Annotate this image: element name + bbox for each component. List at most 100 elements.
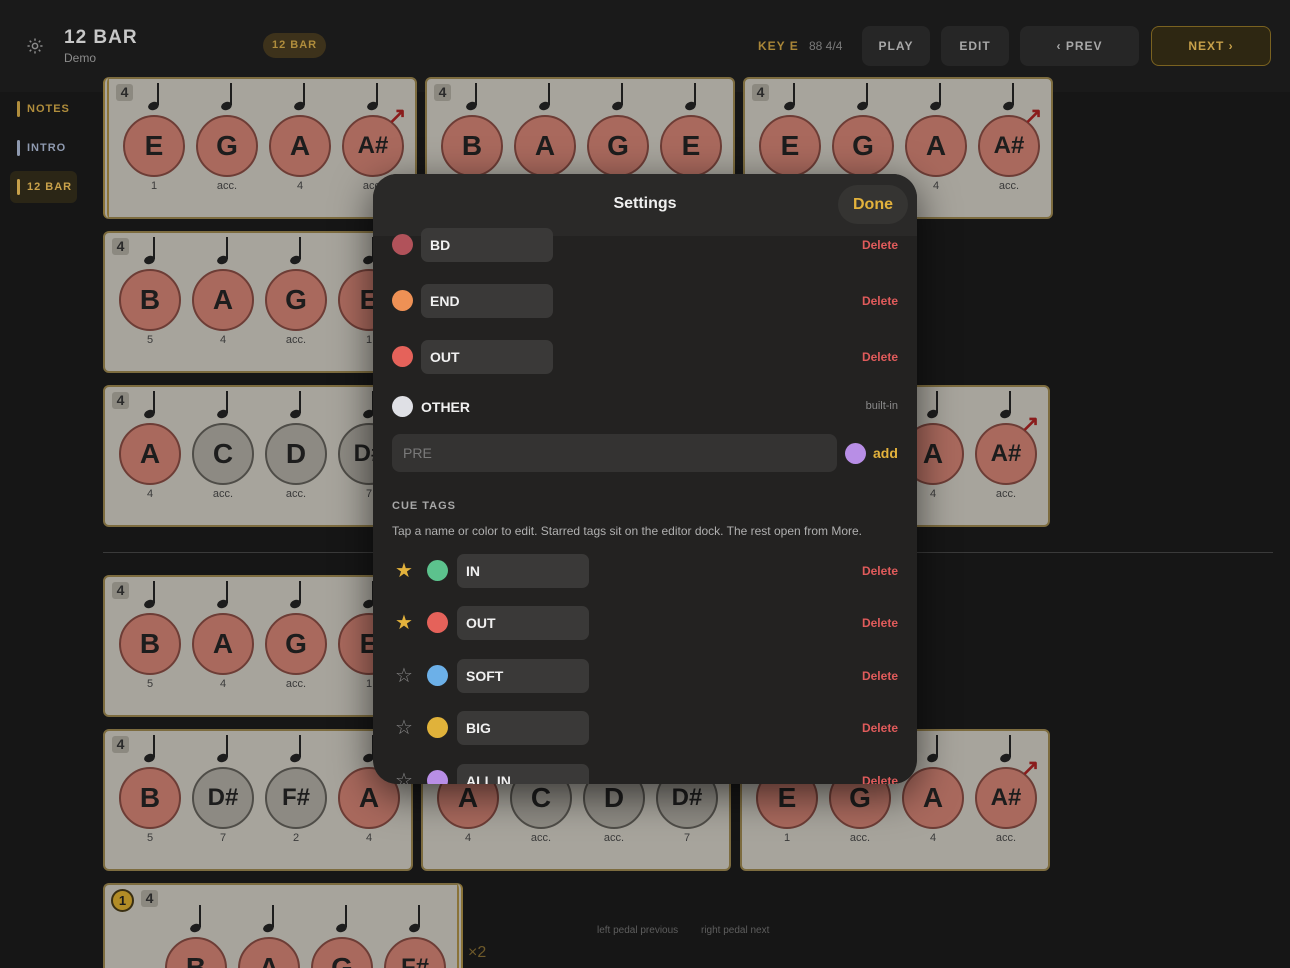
note-circle[interactable]: D	[265, 423, 327, 485]
bend-arrow-icon: ↗	[1021, 411, 1040, 436]
cue-color-swatch[interactable]	[427, 560, 448, 581]
delete-button[interactable]: Delete	[862, 774, 898, 784]
tag-name-field[interactable]: OUT	[421, 340, 553, 374]
next-button[interactable]: NEXT ›	[1151, 26, 1271, 66]
tag-color-swatch[interactable]	[392, 346, 413, 367]
delete-button[interactable]: Delete	[862, 294, 898, 308]
cue-color-swatch[interactable]	[427, 665, 448, 686]
star-icon[interactable]: ★	[395, 561, 413, 581]
note-degree-label: acc.	[285, 678, 307, 690]
note-degree-label: 2	[292, 832, 300, 844]
note-circle[interactable]: G	[196, 115, 258, 177]
measure-card[interactable]: 4 B 5 D# 7 F# 2 A 4	[103, 729, 413, 871]
note-circle[interactable]: E	[660, 115, 722, 177]
note-degree-label: 5	[146, 334, 154, 346]
section-tag-pill[interactable]: 12 BAR	[263, 33, 327, 58]
time-signature: 4	[752, 84, 769, 101]
measure-card[interactable]: 4E1Gacc.A4A#acc.↗	[103, 77, 417, 219]
cue-name-field[interactable]: ALL IN	[457, 764, 589, 784]
prev-button[interactable]: ‹ PREV	[1020, 26, 1139, 66]
note-head	[334, 922, 349, 934]
cue-color-swatch[interactable]	[427, 612, 448, 633]
measure-card[interactable]: 1 4 B A G F#	[103, 883, 463, 968]
note-circle[interactable]: G	[311, 937, 373, 968]
delete-button[interactable]: Delete	[862, 564, 898, 578]
star-icon[interactable]: ★	[395, 613, 413, 633]
note-head	[998, 752, 1013, 764]
star-outline-icon[interactable]: ☆	[395, 718, 413, 738]
note-circle[interactable]: C	[192, 423, 254, 485]
measure-card[interactable]: 4 B 5 A 4 Gacc. E 1	[103, 231, 413, 373]
note-circle[interactable]: A	[119, 423, 181, 485]
cue-tags-heading: CUE TAGS	[392, 500, 457, 512]
note-circle[interactable]: B	[119, 269, 181, 331]
note-circle[interactable]: E	[123, 115, 185, 177]
star-outline-icon[interactable]: ☆	[395, 771, 413, 784]
note-circle[interactable]: G	[832, 115, 894, 177]
song-subtitle: Demo	[64, 51, 97, 65]
note-circle[interactable]: F#	[384, 937, 446, 968]
nav-item-label: NOTES	[27, 103, 70, 115]
note-head	[215, 598, 230, 610]
measure-card[interactable]: 4 B 5 A 4 Gacc. E 1	[103, 575, 413, 717]
edit-button[interactable]: EDIT	[941, 26, 1009, 66]
cue-color-swatch[interactable]	[427, 717, 448, 738]
gear-icon[interactable]	[26, 37, 44, 55]
delete-button[interactable]: Delete	[862, 350, 898, 364]
add-tag-button[interactable]: add	[873, 445, 898, 461]
note-circle[interactable]: A	[905, 115, 967, 177]
delete-button[interactable]: Delete	[862, 721, 898, 735]
nav-item-intro[interactable]: INTRO	[10, 132, 77, 164]
nav-color-bar	[17, 101, 20, 117]
note-circle[interactable]: A	[269, 115, 331, 177]
tag-name-field[interactable]: END	[421, 284, 553, 318]
note-circle[interactable]: B	[165, 937, 227, 968]
note-head	[1001, 100, 1016, 112]
note-head	[219, 100, 234, 112]
note-degree-label: 7	[683, 832, 691, 844]
note-head	[998, 408, 1013, 420]
cue-name-field[interactable]: SOFT	[457, 659, 589, 693]
note-circle[interactable]: G	[587, 115, 649, 177]
delete-button[interactable]: Delete	[862, 238, 898, 252]
cue-color-swatch[interactable]	[427, 770, 448, 784]
note-circle[interactable]: D#	[192, 767, 254, 829]
note-circle[interactable]: B	[441, 115, 503, 177]
note-circle[interactable]: G	[265, 269, 327, 331]
measure-card[interactable]: 4 A 4 Cacc. Dacc. D# 7	[103, 385, 413, 527]
cue-name-field[interactable]: OUT	[457, 606, 589, 640]
note-degree-label: 4	[932, 180, 940, 192]
note-circle[interactable]: A	[192, 613, 254, 675]
nav-item-12-bar[interactable]: 12 BAR	[10, 171, 77, 203]
note-circle[interactable]: F#	[265, 767, 327, 829]
tag-name-field[interactable]: BD	[421, 228, 553, 262]
cue-name-field[interactable]: IN	[457, 554, 589, 588]
builtin-note: built-in	[865, 400, 898, 412]
note-circle[interactable]: A	[192, 269, 254, 331]
new-tag-input[interactable]	[392, 434, 837, 472]
nav-item-notes[interactable]: NOTES	[10, 93, 77, 125]
note-circle[interactable]: A	[902, 767, 964, 829]
note-degree-label: 1	[783, 832, 791, 844]
delete-button[interactable]: Delete	[862, 616, 898, 630]
star-outline-icon[interactable]: ☆	[395, 666, 413, 686]
tag-color-swatch[interactable]	[392, 290, 413, 311]
note-head	[215, 254, 230, 266]
note-circle[interactable]: B	[119, 613, 181, 675]
play-button[interactable]: PLAY	[862, 26, 930, 66]
done-button[interactable]: Done	[838, 185, 908, 224]
bend-arrow-icon: ↗	[1021, 755, 1040, 780]
note-circle[interactable]: A	[514, 115, 576, 177]
note-circle[interactable]: E	[759, 115, 821, 177]
tag-color-swatch[interactable]	[392, 396, 413, 417]
note-circle[interactable]: G	[265, 613, 327, 675]
tag-color-swatch[interactable]	[392, 234, 413, 255]
note-head	[142, 408, 157, 420]
cue-name-field[interactable]: BIG	[457, 711, 589, 745]
new-tag-color-swatch[interactable]	[845, 443, 866, 464]
note-circle[interactable]: B	[119, 767, 181, 829]
note-degree-label: acc.	[995, 832, 1017, 844]
delete-button[interactable]: Delete	[862, 669, 898, 683]
note-circle[interactable]: A	[238, 937, 300, 968]
tempo-label: 88 4/4	[809, 39, 843, 53]
